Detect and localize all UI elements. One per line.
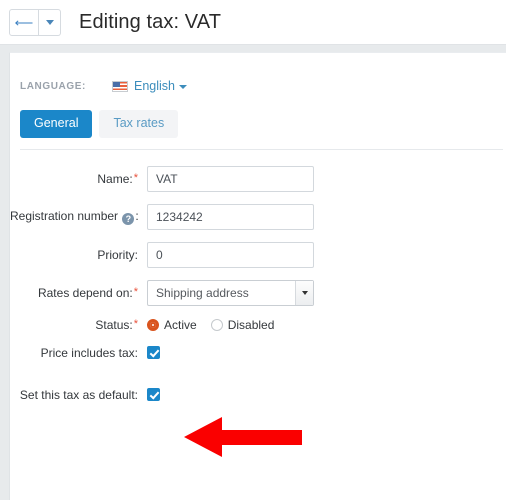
required-asterisk: * — [133, 285, 138, 298]
form-row-name: Name:* — [10, 165, 506, 192]
language-row: LANGUAGE: English — [10, 53, 506, 93]
form-row-price-includes-tax: Price includes tax: — [10, 346, 506, 360]
status-option-disabled[interactable]: Disabled — [210, 317, 275, 332]
status-disabled-label: Disabled — [227, 317, 275, 332]
language-label: LANGUAGE: — [20, 80, 86, 92]
rates-depend-on-select[interactable]: Shipping address — [147, 279, 314, 306]
rates-depend-on-label-text: Rates depend on: — [37, 285, 133, 300]
registration-number-label: Registration number ?: — [10, 209, 147, 225]
status-radio-group: Active Disabled — [147, 318, 288, 332]
name-label: Name:* — [10, 172, 147, 186]
name-label-text: Name: — [97, 171, 133, 186]
form-row-registration-number: Registration number ?: — [10, 203, 506, 230]
required-asterisk: * — [133, 317, 138, 330]
form-row-priority: Priority: — [10, 241, 506, 268]
priority-label: Priority: — [97, 247, 138, 262]
select-arrow-icon[interactable] — [295, 280, 313, 305]
tab-bar: General Tax rates — [10, 93, 506, 138]
rates-depend-on-label: Rates depend on:* — [10, 286, 147, 300]
rates-depend-on-value[interactable]: Shipping address — [147, 279, 314, 306]
status-option-active[interactable]: Active — [147, 318, 197, 332]
set-default-checkbox[interactable] — [147, 388, 160, 402]
main-panel: LANGUAGE: English General Tax rates Name… — [9, 52, 506, 500]
price-includes-tax-checkbox[interactable] — [147, 346, 160, 360]
form-row-rates-depend-on: Rates depend on:* Shipping address — [10, 279, 506, 306]
tab-general[interactable]: General — [20, 110, 93, 138]
required-asterisk: * — [133, 171, 138, 184]
radio-disabled-indicator[interactable] — [210, 318, 223, 331]
language-selector[interactable]: English — [112, 79, 187, 93]
back-button-group[interactable]: ⟵ — [9, 8, 61, 36]
back-dropdown-button[interactable] — [39, 8, 61, 36]
form-row-status: Status:* Active Disabled — [10, 318, 506, 332]
us-flag-icon — [112, 80, 128, 92]
top-header-bar: ⟵ Editing tax: VAT — [0, 0, 506, 45]
back-button[interactable]: ⟵ — [9, 8, 39, 36]
registration-number-input[interactable] — [147, 203, 314, 230]
tab-tax-rates[interactable]: Tax rates — [99, 110, 179, 138]
price-includes-tax-label: Price includes tax: — [40, 345, 138, 360]
chevron-down-icon — [45, 19, 54, 25]
page-title: Editing tax: VAT — [79, 10, 222, 33]
radio-active-indicator[interactable] — [147, 318, 159, 331]
status-label: Status:* — [10, 318, 147, 332]
name-input[interactable] — [147, 165, 314, 192]
form-row-set-default: Set this tax as default: — [10, 388, 506, 402]
status-label-text: Status: — [95, 317, 133, 332]
set-default-label: Set this tax as default: — [19, 387, 138, 402]
priority-input[interactable] — [147, 241, 314, 268]
status-active-label: Active — [164, 317, 197, 332]
registration-number-colon: : — [135, 208, 139, 223]
question-mark-icon[interactable]: ? — [122, 212, 135, 225]
registration-number-label-text: Registration number — [10, 208, 119, 223]
caret-down-icon — [179, 85, 187, 89]
tax-form: Name:* Registration number ?: Priority: … — [10, 150, 506, 402]
arrow-left-icon: ⟵ — [14, 14, 34, 30]
language-value: English — [134, 79, 175, 93]
